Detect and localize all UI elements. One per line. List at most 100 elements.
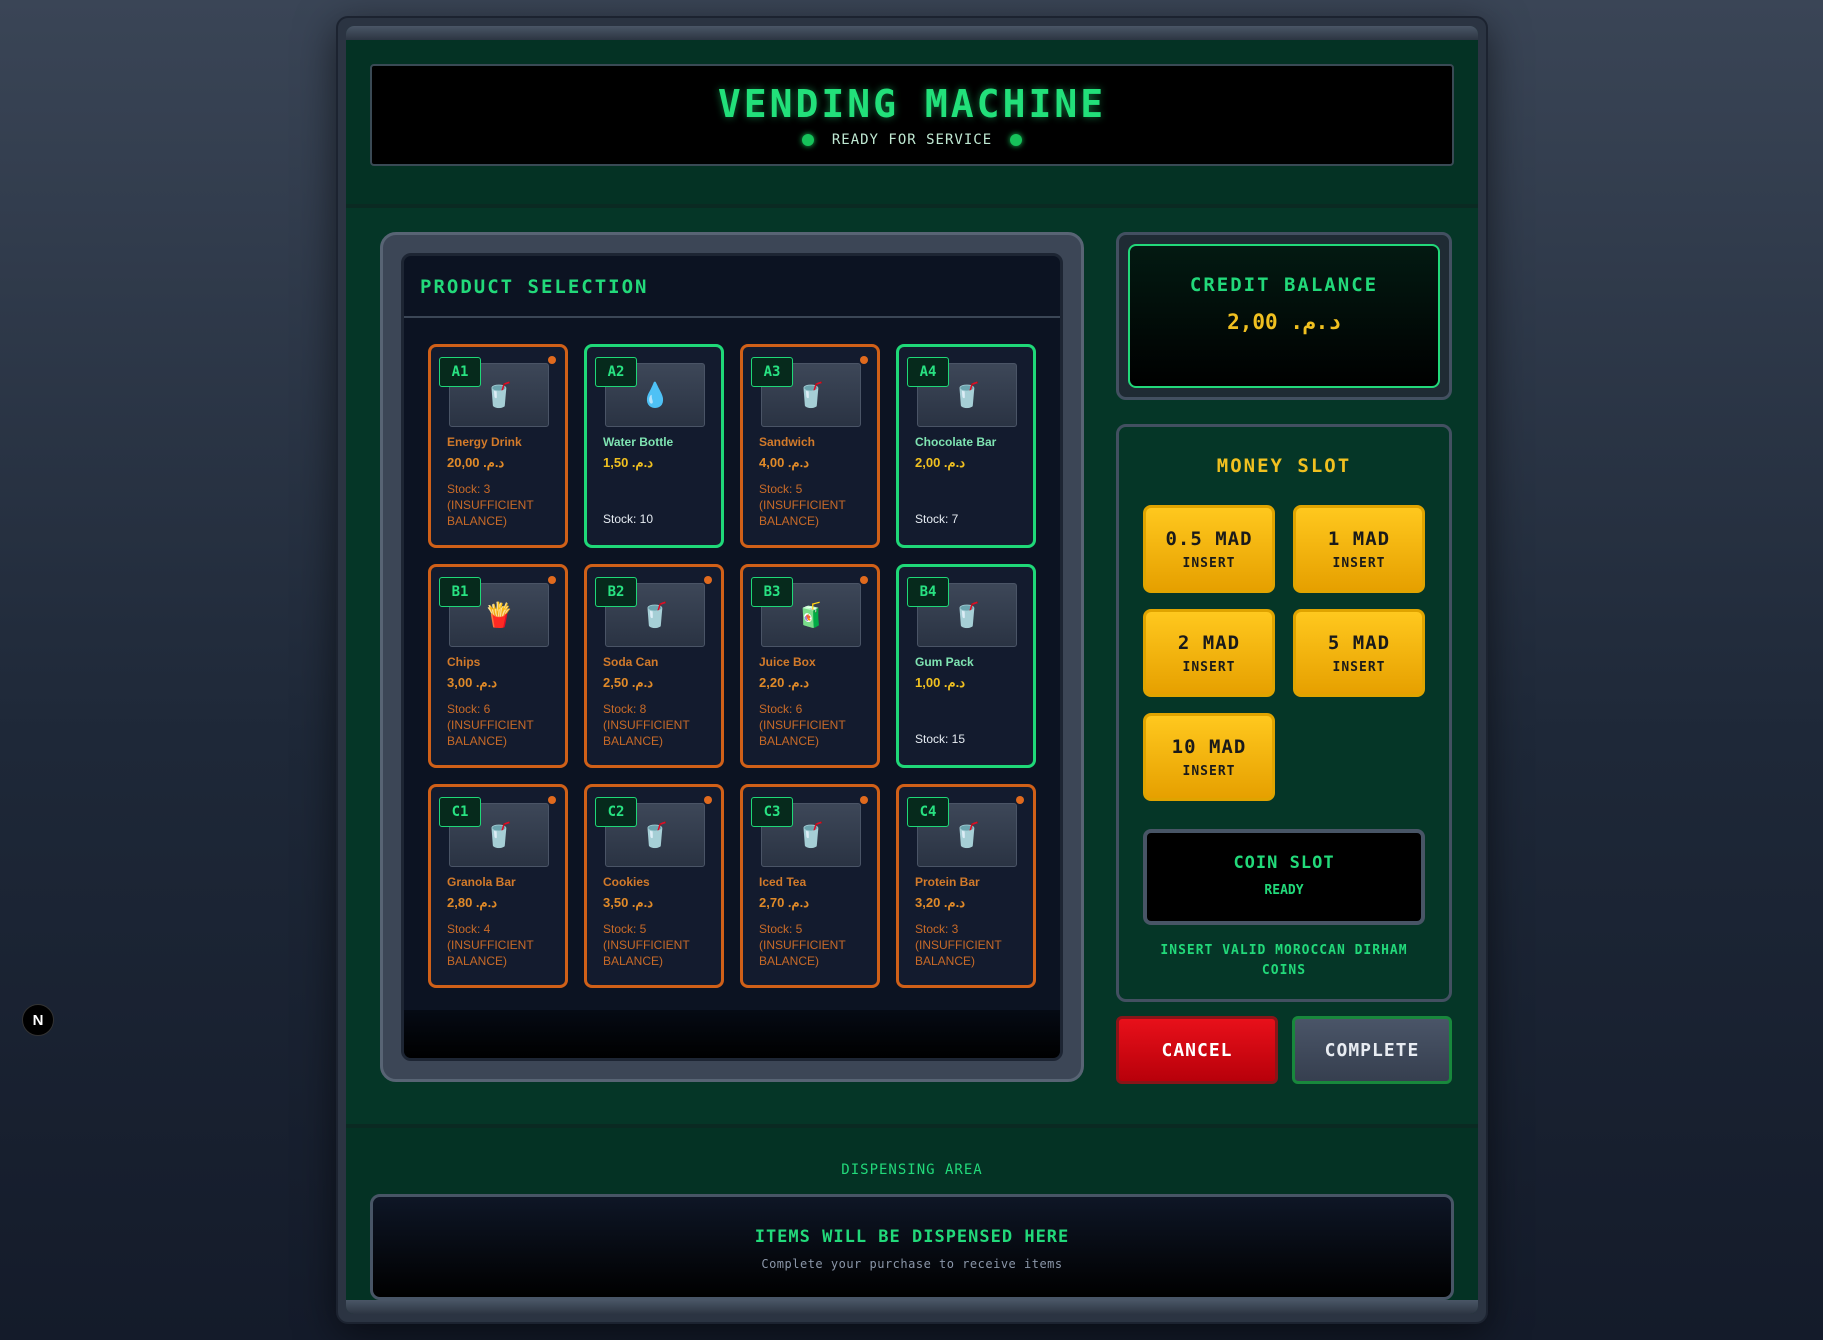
product-price: د.م.‏ 2,00: [915, 455, 965, 470]
product-stock-note: (INSUFFICIENT BALANCE): [603, 718, 690, 748]
product-card-a3[interactable]: A3 🥤 Sandwich د.م.‏ 4,00 Stock: 5 (INSUFFICIE…: [740, 344, 880, 548]
product-stock-count: Stock: 10: [603, 512, 654, 526]
product-code: A4: [907, 357, 949, 387]
header-display: VENDING MACHINE READY FOR SERVICE: [370, 64, 1454, 166]
page-title: VENDING MACHINE: [717, 82, 1107, 126]
product-card-a1[interactable]: A1 🥤 Energy Drink د.م.‏ 20,00 Stock: 3 (INSUF…: [428, 344, 568, 548]
product-code: A1: [439, 357, 481, 387]
product-name: Iced Tea: [759, 875, 807, 889]
product-stock-note: (INSUFFICIENT BALANCE): [759, 498, 846, 528]
insert-coin-button[interactable]: 0.5 MAD INSERT: [1143, 505, 1275, 593]
product-name: Sandwich: [759, 435, 816, 449]
product-stock: Stock: 8 (INSUFFICIENT BALANCE): [603, 701, 707, 749]
product-card-c4[interactable]: C4 🥤 Protein Bar د.م.‏ 3,20 Stock: 3 (INSUFFI…: [896, 784, 1036, 988]
product-stock-count: Stock: 4: [447, 922, 491, 936]
product-stock-count: Stock: 6: [447, 702, 491, 716]
unavailable-indicator-icon: [1016, 796, 1024, 804]
product-name: Granola Bar: [447, 875, 516, 889]
product-stock-count: Stock: 5: [603, 922, 647, 936]
complete-button[interactable]: COMPLETE: [1292, 1016, 1452, 1084]
product-name: Chocolate Bar: [915, 435, 997, 449]
product-name: Protein Bar: [915, 875, 980, 889]
dispense-tray[interactable]: ITEMS WILL BE DISPENSED HERE Complete yo…: [370, 1194, 1454, 1300]
credit-title: CREDIT BALANCE: [1189, 274, 1379, 296]
coin-instructions: INSERT VALID MOROCCAN DIRHAM COINS: [1160, 943, 1408, 978]
product-stock-note: (INSUFFICIENT BALANCE): [759, 938, 846, 968]
product-stock-count: Stock: 5: [759, 922, 803, 936]
coin-amount: 0.5 MAD: [1165, 528, 1253, 550]
unavailable-indicator-icon: [548, 356, 556, 364]
product-price: د.م.‏ 3,50: [603, 895, 653, 910]
header-area: VENDING MACHINE READY FOR SERVICE: [346, 40, 1478, 208]
product-card-c1[interactable]: C1 🥤 Granola Bar د.م.‏ 2,80 Stock: 4 (INSUFFI…: [428, 784, 568, 988]
product-card-a2[interactable]: A2 💧 Water Bottle د.م.‏ 1,50 Stock: 10: [584, 344, 724, 548]
product-stock: Stock: 7: [915, 511, 1019, 527]
product-card-b4[interactable]: B4 🥤 Gum Pack د.م.‏ 1,00 Stock: 15: [896, 564, 1036, 768]
product-stock: Stock: 3 (INSUFFICIENT BALANCE): [915, 921, 1019, 969]
insert-coin-button[interactable]: 1 MAD INSERT: [1293, 505, 1425, 593]
product-name: Water Bottle: [603, 435, 674, 449]
product-stock: Stock: 10: [603, 511, 707, 527]
product-code: C3: [751, 797, 793, 827]
status-line: READY FOR SERVICE: [372, 132, 1452, 148]
insert-coin-button[interactable]: 2 MAD INSERT: [1143, 609, 1275, 697]
coin-insert-label: INSERT: [1182, 660, 1236, 675]
product-stock: Stock: 5 (INSUFFICIENT BALANCE): [759, 921, 863, 969]
product-price: د.م.‏ 2,50: [603, 675, 653, 690]
money-slot-panel: MONEY SLOT 0.5 MAD INSERT 1 MAD INSERT 2 MAD…: [1116, 424, 1452, 1002]
product-stock-count: Stock: 7: [915, 512, 959, 526]
product-price: د.م.‏ 2,20: [759, 675, 809, 690]
product-card-b2[interactable]: B2 🥤 Soda Can د.م.‏ 2,50 Stock: 8 (INSUFFICIE…: [584, 564, 724, 768]
coin-insert-label: INSERT: [1332, 556, 1386, 571]
product-stock-note: (INSUFFICIENT BALANCE): [759, 718, 846, 748]
dispensing-area: DISPENSING AREA ITEMS WILL BE DISPENSED …: [346, 1124, 1478, 1300]
n-logo-icon[interactable]: N: [22, 1004, 54, 1036]
top-trim: [346, 26, 1478, 40]
insert-coin-button[interactable]: 10 MAD INSERT: [1143, 713, 1275, 801]
product-stock-count: Stock: 6: [759, 702, 803, 716]
insert-coin-button[interactable]: 5 MAD INSERT: [1293, 609, 1425, 697]
status-text: READY FOR SERVICE: [831, 132, 993, 148]
product-stock: Stock: 6 (INSUFFICIENT BALANCE): [759, 701, 863, 749]
product-selection-title: PRODUCT SELECTION: [404, 256, 1060, 318]
product-name: Juice Box: [759, 655, 816, 669]
product-card-b1[interactable]: B1 🍟 Chips د.م.‏ 3,00 Stock: 6 (INSUFFICIENT …: [428, 564, 568, 768]
product-name: Cookies: [603, 875, 650, 889]
coin-amount: 10 MAD: [1171, 736, 1247, 758]
product-card-b3[interactable]: B3 🧃 Juice Box د.م.‏ 2,20 Stock: 6 (INSUFFICI…: [740, 564, 880, 768]
product-price: د.م.‏ 1,00: [915, 675, 965, 690]
product-code: B2: [595, 577, 637, 607]
product-card-a4[interactable]: A4 🥤 Chocolate Bar د.م.‏ 2,00 Stock: 7: [896, 344, 1036, 548]
unavailable-indicator-icon: [860, 356, 868, 364]
coin-slot-status: READY: [1264, 883, 1304, 898]
credit-value: 2,00 د.م.‏: [1227, 310, 1341, 334]
product-card-c2[interactable]: C2 🥤 Cookies د.م.‏ 3,50 Stock: 5 (INSUFFICIEN…: [584, 784, 724, 988]
product-window: PRODUCT SELECTION A1 🥤 Energy Drink د.م.‏ 2…: [401, 253, 1063, 1061]
product-panel: PRODUCT SELECTION A1 🥤 Energy Drink د.م.‏ 2…: [380, 232, 1084, 1082]
product-name: Soda Can: [603, 655, 659, 669]
product-stock: Stock: 5 (INSUFFICIENT BALANCE): [603, 921, 707, 969]
product-tray: [404, 1010, 1060, 1058]
product-price: د.م.‏ 3,00: [447, 675, 497, 690]
product-price: د.م.‏ 2,80: [447, 895, 497, 910]
product-card-c3[interactable]: C3 🥤 Iced Tea د.م.‏ 2,70 Stock: 5 (INSUFFICIE…: [740, 784, 880, 988]
product-stock-note: (INSUFFICIENT BALANCE): [447, 498, 534, 528]
coin-amount: 1 MAD: [1327, 528, 1391, 550]
coin-slot-title: COIN SLOT: [1233, 853, 1335, 873]
dispense-subtitle: Complete your purchase to receive items: [761, 1257, 1063, 1271]
unavailable-indicator-icon: [704, 576, 712, 584]
cancel-button[interactable]: CANCEL: [1116, 1016, 1278, 1084]
product-code: B4: [907, 577, 949, 607]
bottom-trim: [346, 1300, 1478, 1314]
product-stock-count: Stock: 15: [915, 732, 966, 746]
money-slot-title: MONEY SLOT: [1216, 455, 1352, 477]
product-stock-note: (INSUFFICIENT BALANCE): [915, 938, 1002, 968]
unavailable-indicator-icon: [548, 796, 556, 804]
product-stock-note: (INSUFFICIENT BALANCE): [603, 938, 690, 968]
dispensing-area-label: DISPENSING AREA: [841, 1162, 983, 1178]
product-name: Energy Drink: [447, 435, 522, 449]
product-price: د.م.‏ 2,70: [759, 895, 809, 910]
product-code: C2: [595, 797, 637, 827]
product-code: C1: [439, 797, 481, 827]
product-stock-count: Stock: 3: [447, 482, 491, 496]
